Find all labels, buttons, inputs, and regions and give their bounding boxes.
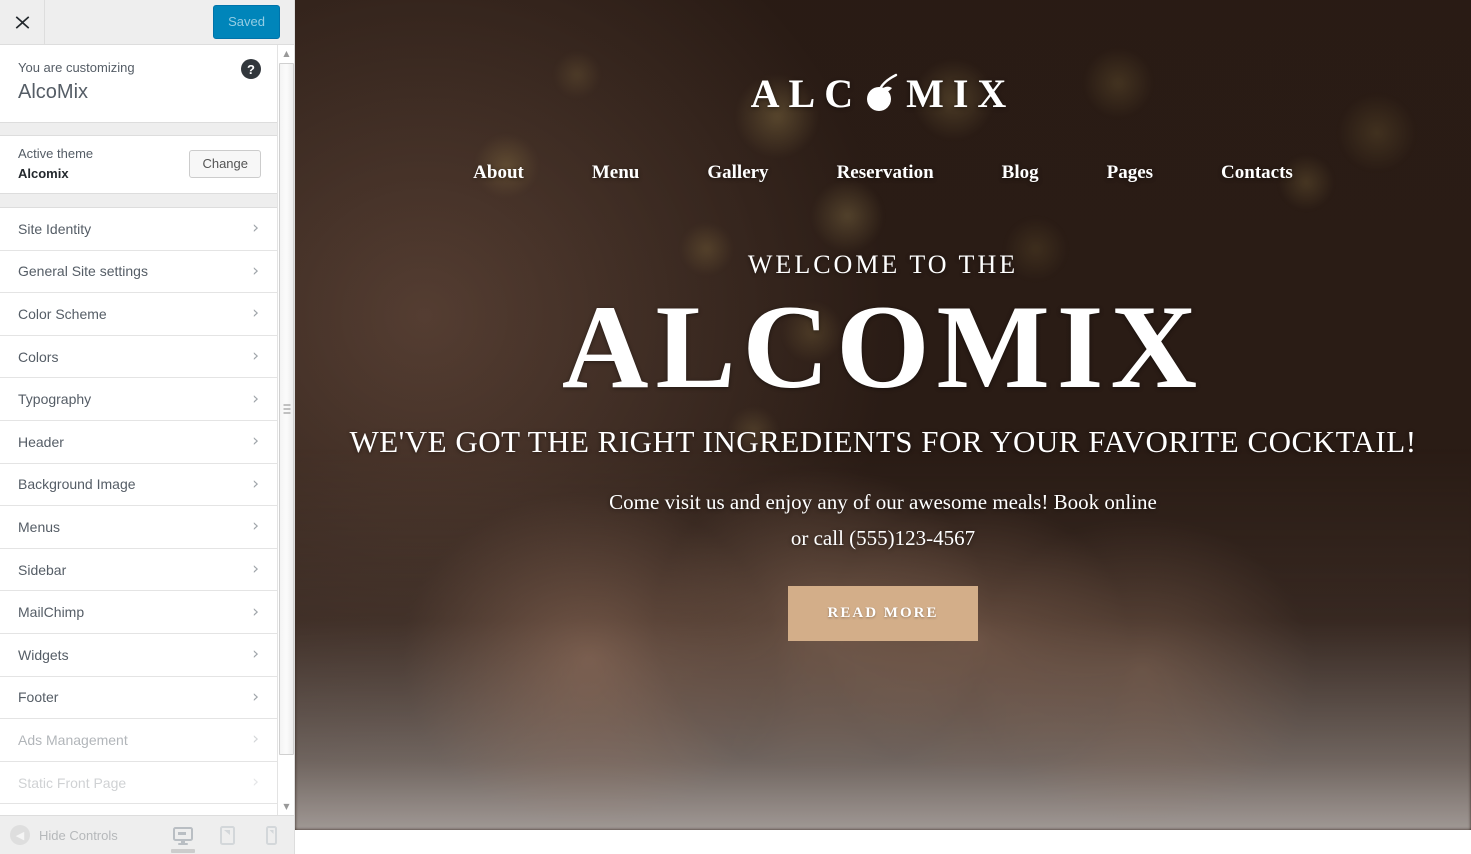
sidebar-item-color-scheme[interactable]: Color Scheme › [0, 293, 277, 336]
logo-text-before: ALC [750, 71, 863, 116]
customizer-footer-bar: ◀ Hide Controls [0, 815, 294, 854]
sidebar-item-widgets[interactable]: Widgets › [0, 633, 277, 677]
change-theme-button[interactable]: Change [189, 150, 261, 178]
scroll-down-arrow-icon[interactable]: ▼ [278, 798, 294, 815]
chevron-right-icon: › [252, 686, 259, 707]
chevron-right-icon: › [252, 346, 259, 367]
close-icon[interactable] [0, 0, 45, 44]
nav-link-blog[interactable]: Blog [968, 162, 1073, 184]
sidebar-item-label: MailChimp [18, 604, 85, 621]
chevron-right-icon: › [252, 516, 259, 537]
nav-link-menu[interactable]: Menu [558, 162, 674, 184]
logo-text-after: MIX [906, 71, 1016, 116]
hero-description: Come visit us and enjoy any of our aweso… [609, 484, 1157, 556]
active-theme-name: Alcomix [18, 166, 69, 181]
scrollbar-thumb[interactable] [279, 63, 294, 755]
chevron-right-icon: › [252, 729, 259, 750]
hero-subtitle: WE'VE GOT THE RIGHT INGREDIENTS FOR YOUR… [349, 423, 1417, 459]
device-mobile-button[interactable] [256, 817, 286, 854]
section-divider-2 [0, 194, 277, 208]
customizer-scroll-pane: You are customizing AlcoMix ? Active the… [0, 45, 294, 815]
sidebar-item-mailchimp[interactable]: MailChimp › [0, 591, 277, 634]
read-more-button[interactable]: READ MORE [787, 585, 979, 641]
active-theme-text: Active theme Alcomix [18, 145, 93, 182]
sidebar-item-label: Menus [18, 518, 61, 535]
hero-description-line-2: or call (555)123-4567 [790, 525, 976, 550]
site-preview-frame: ALC MIX About Menu Gallery Reservation Blog P… [295, 0, 1471, 854]
hero-description-line-1: Come visit us and enjoy any of our aweso… [609, 489, 1157, 514]
sidebar-item-ads-management[interactable]: Ads Management › [0, 719, 277, 762]
active-theme-row: Active theme Alcomix Change [0, 136, 277, 194]
sidebar-item-typography[interactable]: Typography › [0, 378, 277, 421]
chevron-right-icon: › [252, 644, 259, 665]
sidebar-item-label: Header [18, 433, 64, 450]
sidebar-scrollbar[interactable]: ▲ ▼ [277, 45, 294, 815]
sidebar-item-general-site-settings[interactable]: General Site settings › [0, 250, 277, 294]
site-title: AlcoMix [18, 81, 89, 103]
chevron-right-icon: › [252, 303, 259, 324]
device-preview-group [168, 816, 286, 854]
sidebar-item-label: Static Front Page [18, 774, 127, 791]
active-theme-label: Active theme [18, 146, 94, 162]
sidebar-item-label: General Site settings [18, 263, 148, 280]
device-tablet-button[interactable] [212, 817, 242, 854]
chevron-right-icon: › [252, 559, 259, 580]
hide-controls-label: Hide Controls [39, 827, 118, 843]
scroll-up-arrow-icon[interactable]: ▲ [278, 45, 294, 62]
sidebar-item-menus[interactable]: Menus › [0, 506, 277, 549]
nav-link-pages[interactable]: Pages [1073, 162, 1187, 184]
sidebar-item-header[interactable]: Header › [0, 420, 277, 464]
save-button[interactable]: Saved [213, 5, 280, 39]
chevron-right-icon: › [252, 473, 259, 494]
sidebar-item-label: Widgets [18, 646, 69, 663]
sidebar-item-label: Typography [18, 391, 92, 408]
chevron-right-icon: › [252, 601, 259, 622]
site-logo[interactable]: ALC MIX [751, 72, 1016, 116]
nav-link-about[interactable]: About [439, 162, 558, 184]
sidebar-item-label: Ads Management [18, 731, 128, 748]
sidebar-item-static-front-page[interactable]: Static Front Page › [0, 761, 277, 805]
scrollbar-grip-icon [283, 404, 290, 414]
chevron-right-icon: › [252, 388, 259, 409]
hero-content: ALC MIX About Menu Gallery Reservation Blog P… [295, 0, 1471, 854]
sidebar-item-label: Color Scheme [18, 305, 107, 322]
sidebar-item-label: Colors [18, 348, 59, 365]
sidebar-item-label: Footer [18, 689, 59, 706]
sidebar-item-label: Site Identity [18, 220, 92, 237]
sidebar-item-colors[interactable]: Colors › [0, 335, 277, 379]
chevron-right-icon: › [252, 260, 259, 281]
chevron-right-icon: › [252, 431, 259, 452]
device-desktop-button[interactable] [168, 817, 198, 854]
chevron-right-icon: › [252, 772, 259, 793]
sidebar-item-background-image[interactable]: Background Image › [0, 463, 277, 507]
cherry-icon [860, 72, 904, 116]
sidebar-item-sidebar[interactable]: Sidebar › [0, 548, 277, 592]
hide-controls-button[interactable]: ◀ Hide Controls [10, 825, 118, 845]
sidebar-item-label: Sidebar [18, 561, 67, 578]
section-divider-1 [0, 123, 277, 136]
help-icon[interactable]: ? [241, 59, 261, 79]
customizing-label: You are customizing [18, 60, 135, 75]
hero-welcome-text: WELCOME TO THE [747, 250, 1019, 279]
nav-link-contacts[interactable]: Contacts [1187, 162, 1327, 184]
customizer-section-list: Site Identity › General Site settings › Colo… [0, 208, 277, 805]
nav-link-reservation[interactable]: Reservation [803, 162, 968, 184]
customizer-app: Saved You are customizing AlcoMix ? Acti… [0, 0, 1471, 854]
customizer-sidebar: Saved You are customizing AlcoMix ? Acti… [0, 0, 295, 854]
chevron-right-icon: › [252, 218, 259, 239]
customizer-panel: You are customizing AlcoMix ? Active the… [0, 45, 278, 815]
sidebar-item-footer[interactable]: Footer › [0, 676, 277, 720]
site-navigation: About Menu Gallery Reservation Blog Pages Cont… [439, 162, 1327, 184]
collapse-arrow-icon: ◀ [10, 825, 30, 845]
nav-link-gallery[interactable]: Gallery [673, 162, 802, 184]
customizing-header: You are customizing AlcoMix ? [0, 45, 277, 123]
hero-title: ALCOMIX [561, 280, 1205, 413]
sidebar-item-label: Background Image [18, 476, 136, 493]
sidebar-item-site-identity[interactable]: Site Identity › [0, 208, 277, 251]
customizer-topbar: Saved [0, 0, 294, 45]
